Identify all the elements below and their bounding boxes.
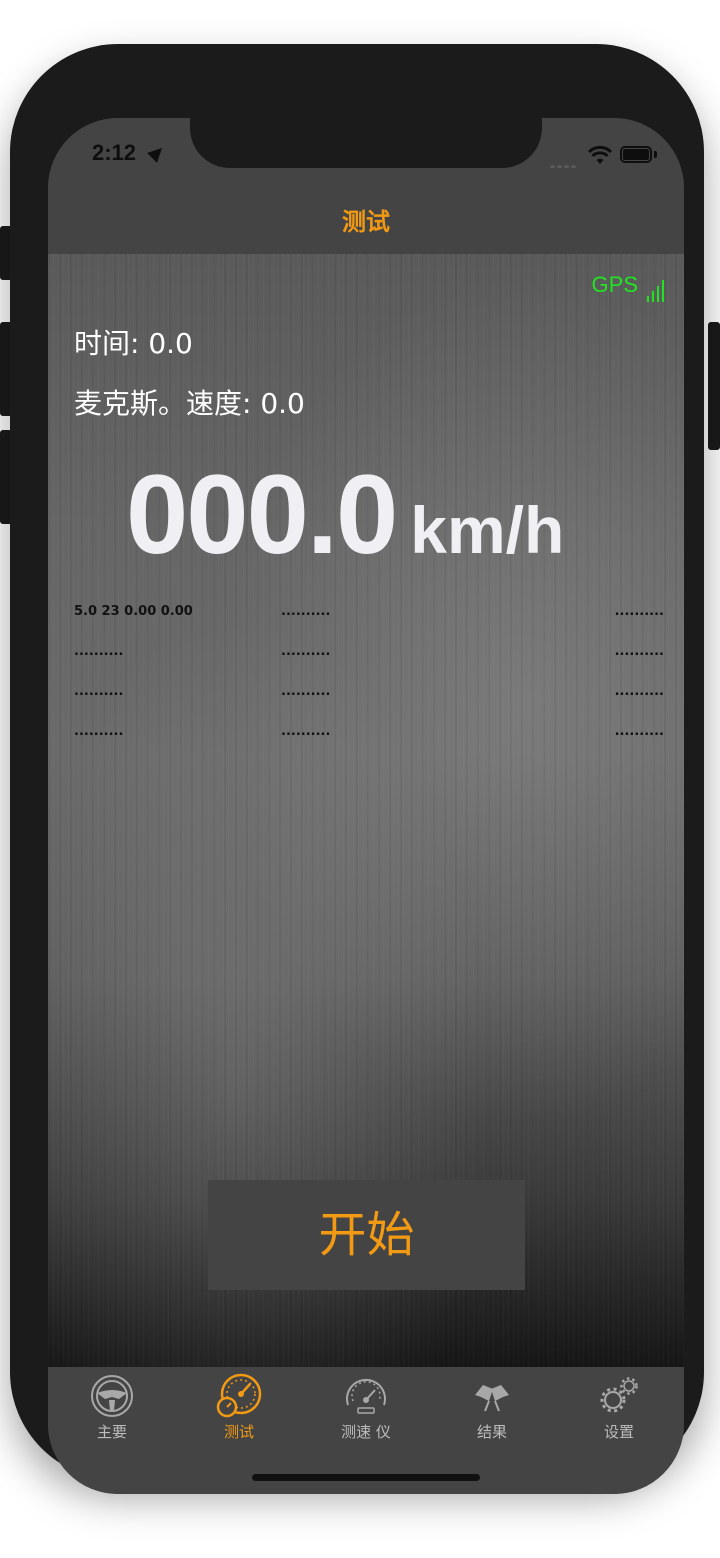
phone-frame: 2:12 测试 GPS 时间: 0.0 麦克斯。速度: 0.0 000.0 km/… xyxy=(10,44,704,1494)
wifi-icon xyxy=(588,145,612,164)
gps-label: GPS xyxy=(591,272,638,297)
grid-cell: .......... xyxy=(74,724,124,739)
grid-cell: .......... xyxy=(614,604,664,619)
gauge-icon xyxy=(216,1373,262,1418)
screen: 2:12 测试 GPS 时间: 0.0 麦克斯。速度: 0.0 000.0 km/… xyxy=(48,118,684,1494)
tab-test[interactable]: 测试 xyxy=(189,1373,289,1442)
grid-cell: .......... xyxy=(281,684,331,699)
grid-cell: 5.0 23 0.00 0.00 xyxy=(74,604,193,619)
location-arrow-icon xyxy=(147,143,167,163)
page-title: 测试 xyxy=(342,208,390,236)
grid-cell: .......... xyxy=(614,684,664,699)
grid-cell: .......... xyxy=(281,724,331,739)
power-button xyxy=(708,322,720,450)
gps-signal-icon xyxy=(644,276,664,302)
battery-tip xyxy=(654,151,657,158)
results-grid: 5.0 23 0.00 0.00 .......... .......... .… xyxy=(74,604,664,764)
tab-speedometer-label: 测速 仪 xyxy=(341,1423,391,1441)
notch xyxy=(190,118,542,168)
grid-cell: .......... xyxy=(281,644,331,659)
tab-settings-label: 设置 xyxy=(603,1423,634,1441)
tab-settings[interactable]: 设置 xyxy=(569,1373,669,1442)
steering-wheel-icon xyxy=(91,1375,133,1417)
speed-value: 000.0 xyxy=(126,452,398,577)
speedometer-icon xyxy=(346,1378,386,1414)
grid-row: .......... .......... .......... xyxy=(74,684,664,724)
gps-indicator: GPS xyxy=(591,272,664,302)
grid-cell: .......... xyxy=(614,644,664,659)
max-speed-label: 麦克斯。速度: 0.0 xyxy=(74,387,305,420)
navigation-bar: 测试 xyxy=(48,168,684,254)
tab-test-label: 测试 xyxy=(223,1423,254,1441)
status-time: 2:12 xyxy=(92,140,137,165)
battery-icon xyxy=(620,146,652,163)
grid-cell: .......... xyxy=(74,644,124,659)
home-indicator xyxy=(252,1474,480,1481)
grid-cell: .......... xyxy=(281,604,331,619)
tab-results[interactable]: 结果 xyxy=(442,1373,542,1442)
grid-row: .......... .......... .......... xyxy=(74,644,664,684)
grid-cell: .......... xyxy=(74,684,124,699)
grid-row: 5.0 23 0.00 0.00 .......... .......... xyxy=(74,604,664,644)
flags-icon xyxy=(475,1385,509,1412)
start-button[interactable]: 开始 xyxy=(208,1180,525,1290)
speed-unit: km/h xyxy=(410,493,565,567)
speed-display: 000.0 km/h xyxy=(126,450,564,579)
gears-icon xyxy=(600,1377,638,1413)
elapsed-time-label: 时间: 0.0 xyxy=(74,327,193,360)
status-bar: 2:12 xyxy=(48,118,684,170)
tab-main[interactable]: 主要 xyxy=(62,1373,162,1442)
tab-main-label: 主要 xyxy=(96,1423,127,1441)
tab-speedometer[interactable]: 测速 仪 xyxy=(316,1373,416,1442)
tab-results-label: 结果 xyxy=(476,1423,507,1441)
grid-row: .......... .......... .......... xyxy=(74,724,664,764)
test-content: GPS 时间: 0.0 麦克斯。速度: 0.0 000.0 km/h 5.0 23… xyxy=(48,254,684,1367)
grid-cell: .......... xyxy=(614,724,664,739)
